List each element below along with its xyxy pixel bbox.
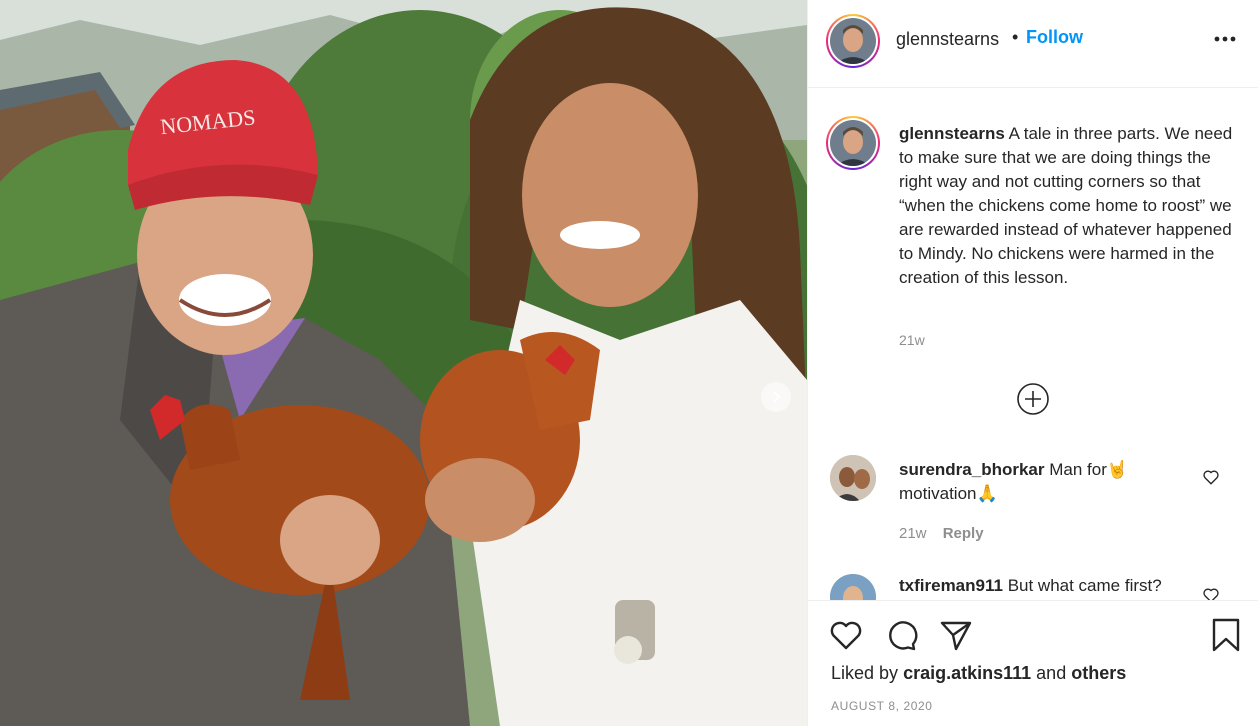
post-caption: glennstearns A tale in three parts. We n… bbox=[899, 122, 1239, 290]
share-icon[interactable] bbox=[938, 617, 974, 653]
caption-text: A tale in three parts. We need to make s… bbox=[899, 124, 1233, 287]
photo-illustration: NOMADS bbox=[0, 0, 807, 726]
more-icon bbox=[1214, 36, 1236, 42]
comment-icon[interactable] bbox=[883, 617, 919, 653]
comment-username[interactable]: txfireman911 bbox=[899, 576, 1003, 595]
more-options-button[interactable] bbox=[1214, 28, 1236, 56]
comment-username[interactable]: surendra_bhorkar bbox=[899, 460, 1045, 479]
liked-by-others-link[interactable]: others bbox=[1071, 663, 1126, 683]
next-image-button[interactable] bbox=[761, 382, 791, 412]
post-actions: Liked by craig.atkins111 and others AUGU… bbox=[808, 600, 1258, 726]
author-username[interactable]: glennstearns bbox=[896, 29, 999, 50]
commenter-avatar[interactable] bbox=[830, 455, 876, 501]
caption-avatar[interactable] bbox=[826, 116, 880, 170]
comment-item: txfireman911 But what came first? bbox=[899, 574, 1169, 598]
comment-like-heart-icon[interactable] bbox=[1202, 468, 1220, 486]
comments-section: glennstearns A tale in three parts. We n… bbox=[808, 89, 1258, 600]
post-header: glennstearns • Follow bbox=[808, 0, 1258, 88]
reply-button[interactable]: Reply bbox=[943, 525, 984, 542]
liked-by-and: and bbox=[1036, 663, 1067, 683]
caption-avatar-image bbox=[830, 120, 876, 166]
separator-dot: • bbox=[1012, 27, 1019, 47]
liked-by-text: Liked by craig.atkins111 and others bbox=[831, 663, 1126, 684]
post-side-panel: glennstearns • Follow glennstearns A tal… bbox=[807, 0, 1258, 726]
bookmark-icon[interactable] bbox=[1208, 617, 1244, 653]
author-avatar-image bbox=[830, 18, 876, 64]
author-avatar[interactable] bbox=[826, 14, 880, 68]
chevron-right-icon bbox=[773, 391, 781, 403]
plus-circle-icon bbox=[1017, 383, 1049, 415]
comment-text: But what came first? bbox=[1007, 576, 1162, 595]
commenter-avatar-image bbox=[830, 574, 876, 600]
follow-button[interactable]: Follow bbox=[1026, 27, 1083, 48]
caption-timestamp[interactable]: 21w bbox=[899, 332, 925, 348]
liked-by-user-link[interactable]: craig.atkins111 bbox=[903, 663, 1031, 683]
liked-by-prefix: Liked by bbox=[831, 663, 899, 683]
load-more-comments-button[interactable] bbox=[1016, 382, 1050, 416]
caption-username[interactable]: glennstearns bbox=[899, 124, 1005, 143]
comment-item: surendra_bhorkar Man for🤘 motivation🙏 bbox=[899, 458, 1169, 506]
commenter-avatar[interactable] bbox=[830, 574, 876, 600]
comment-timestamp[interactable]: 21w bbox=[899, 525, 927, 542]
comment-meta: 21w Reply bbox=[899, 525, 984, 542]
comment-like-heart-icon[interactable] bbox=[1202, 586, 1220, 600]
post-date[interactable]: AUGUST 8, 2020 bbox=[831, 699, 933, 713]
post-photo[interactable]: NOMADS bbox=[0, 0, 807, 726]
heart-icon[interactable] bbox=[828, 617, 864, 653]
commenter-avatar-image bbox=[830, 455, 876, 501]
